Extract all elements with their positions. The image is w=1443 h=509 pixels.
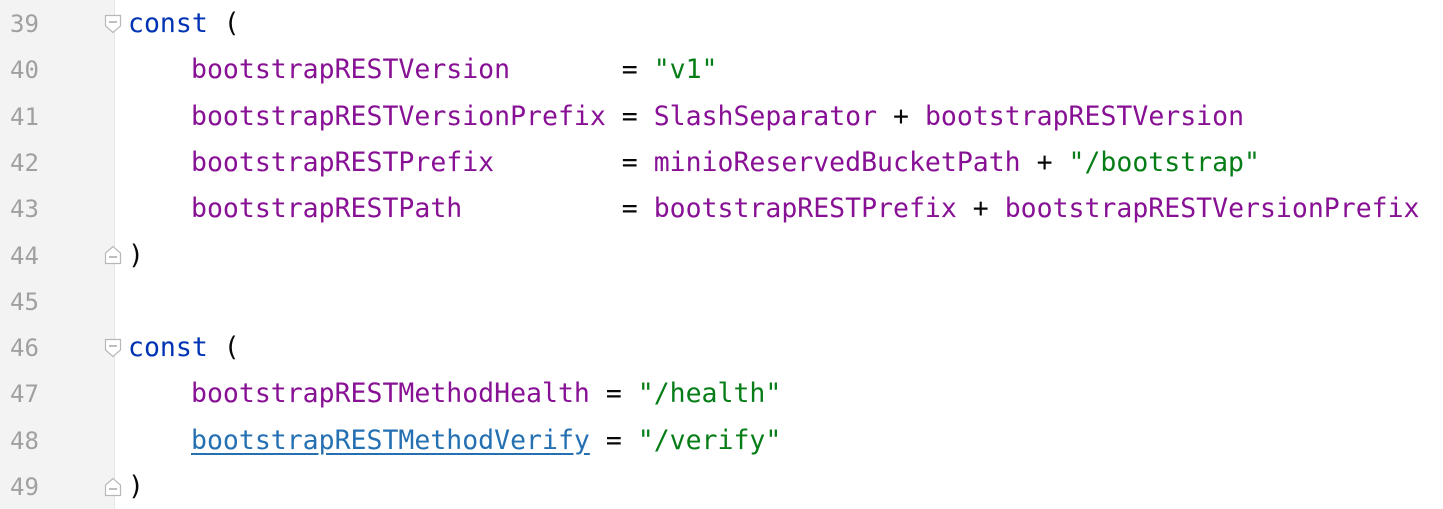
line-number: 43 xyxy=(10,195,39,224)
const-name: bootstrapRESTVersionPrefix xyxy=(191,100,606,132)
assign-operator: = xyxy=(494,146,654,178)
line-number: 47 xyxy=(10,380,39,409)
keyword-const: const xyxy=(128,8,208,39)
open-paren: ( xyxy=(207,8,240,39)
code-area[interactable]: const ( bootstrapRESTVersion = "v1" boot… xyxy=(128,0,1443,509)
identifier-ref: bootstrapRESTPrefix xyxy=(653,193,957,225)
const-name: bootstrapRESTVersion xyxy=(191,54,511,86)
string-literal: "/health" xyxy=(637,378,782,410)
const-name: bootstrapRESTPath xyxy=(191,193,463,225)
assign-operator: = xyxy=(510,54,654,86)
code-line: const ( xyxy=(128,325,240,371)
assign-operator: = xyxy=(605,100,654,132)
line-number: 44 xyxy=(10,241,39,270)
const-name-link[interactable]: bootstrapRESTMethodVerify xyxy=(191,425,590,456)
assign-operator: = xyxy=(462,193,654,225)
const-name: bootstrapRESTPrefix xyxy=(191,146,495,178)
plus-operator: + xyxy=(1020,146,1069,178)
code-line: bootstrapRESTVersion = "v1" xyxy=(191,47,718,93)
line-number: 40 xyxy=(10,56,39,85)
assign-operator: = xyxy=(589,378,638,410)
plus-operator: + xyxy=(877,100,925,132)
code-line: bootstrapRESTPrefix = minioReservedBucke… xyxy=(191,140,1260,186)
code-line: bootstrapRESTMethodHealth = "/health" xyxy=(191,371,781,417)
code-line: bootstrapRESTPath = bootstrapRESTPrefix … xyxy=(191,186,1420,232)
line-number: 45 xyxy=(10,287,39,316)
code-line: bootstrapRESTVersionPrefix = SlashSepara… xyxy=(191,94,1244,140)
identifier-ref: bootstrapRESTVersion xyxy=(924,100,1245,132)
close-paren: ) xyxy=(128,239,144,271)
identifier-ref: bootstrapRESTVersionPrefix xyxy=(1004,193,1420,225)
string-literal: "/bootstrap" xyxy=(1068,146,1260,178)
identifier-ref: SlashSeparator xyxy=(653,100,878,132)
fold-open-icon[interactable] xyxy=(104,14,122,34)
code-line: ) xyxy=(128,233,144,279)
line-number: 46 xyxy=(10,334,39,363)
assign-operator: = xyxy=(589,424,638,456)
fold-open-icon[interactable] xyxy=(104,338,122,358)
fold-close-icon[interactable] xyxy=(104,477,122,497)
code-line: bootstrapRESTMethodVerify = "/verify" xyxy=(191,418,781,464)
string-literal: "/verify" xyxy=(637,424,782,456)
fold-close-icon[interactable] xyxy=(104,245,122,265)
keyword-const: const xyxy=(128,332,208,364)
open-paren: ( xyxy=(207,332,240,364)
code-editor[interactable]: 39 40 41 42 43 44 45 46 47 48 49 const (… xyxy=(0,0,1443,509)
line-number: 48 xyxy=(10,426,39,455)
line-number: 39 xyxy=(10,10,39,38)
line-number: 42 xyxy=(10,148,39,177)
code-line: ) xyxy=(128,464,144,509)
line-number-gutter: 39 40 41 42 43 44 45 46 47 48 49 xyxy=(0,0,115,509)
close-paren: ) xyxy=(128,471,144,502)
plus-operator: + xyxy=(956,193,1005,225)
identifier-ref: minioReservedBucketPath xyxy=(653,146,1021,178)
line-number: 41 xyxy=(10,102,39,131)
code-line: const ( xyxy=(128,1,240,47)
line-number: 49 xyxy=(10,473,39,501)
string-literal: "v1" xyxy=(653,54,718,86)
const-name: bootstrapRESTMethodHealth xyxy=(191,378,590,410)
